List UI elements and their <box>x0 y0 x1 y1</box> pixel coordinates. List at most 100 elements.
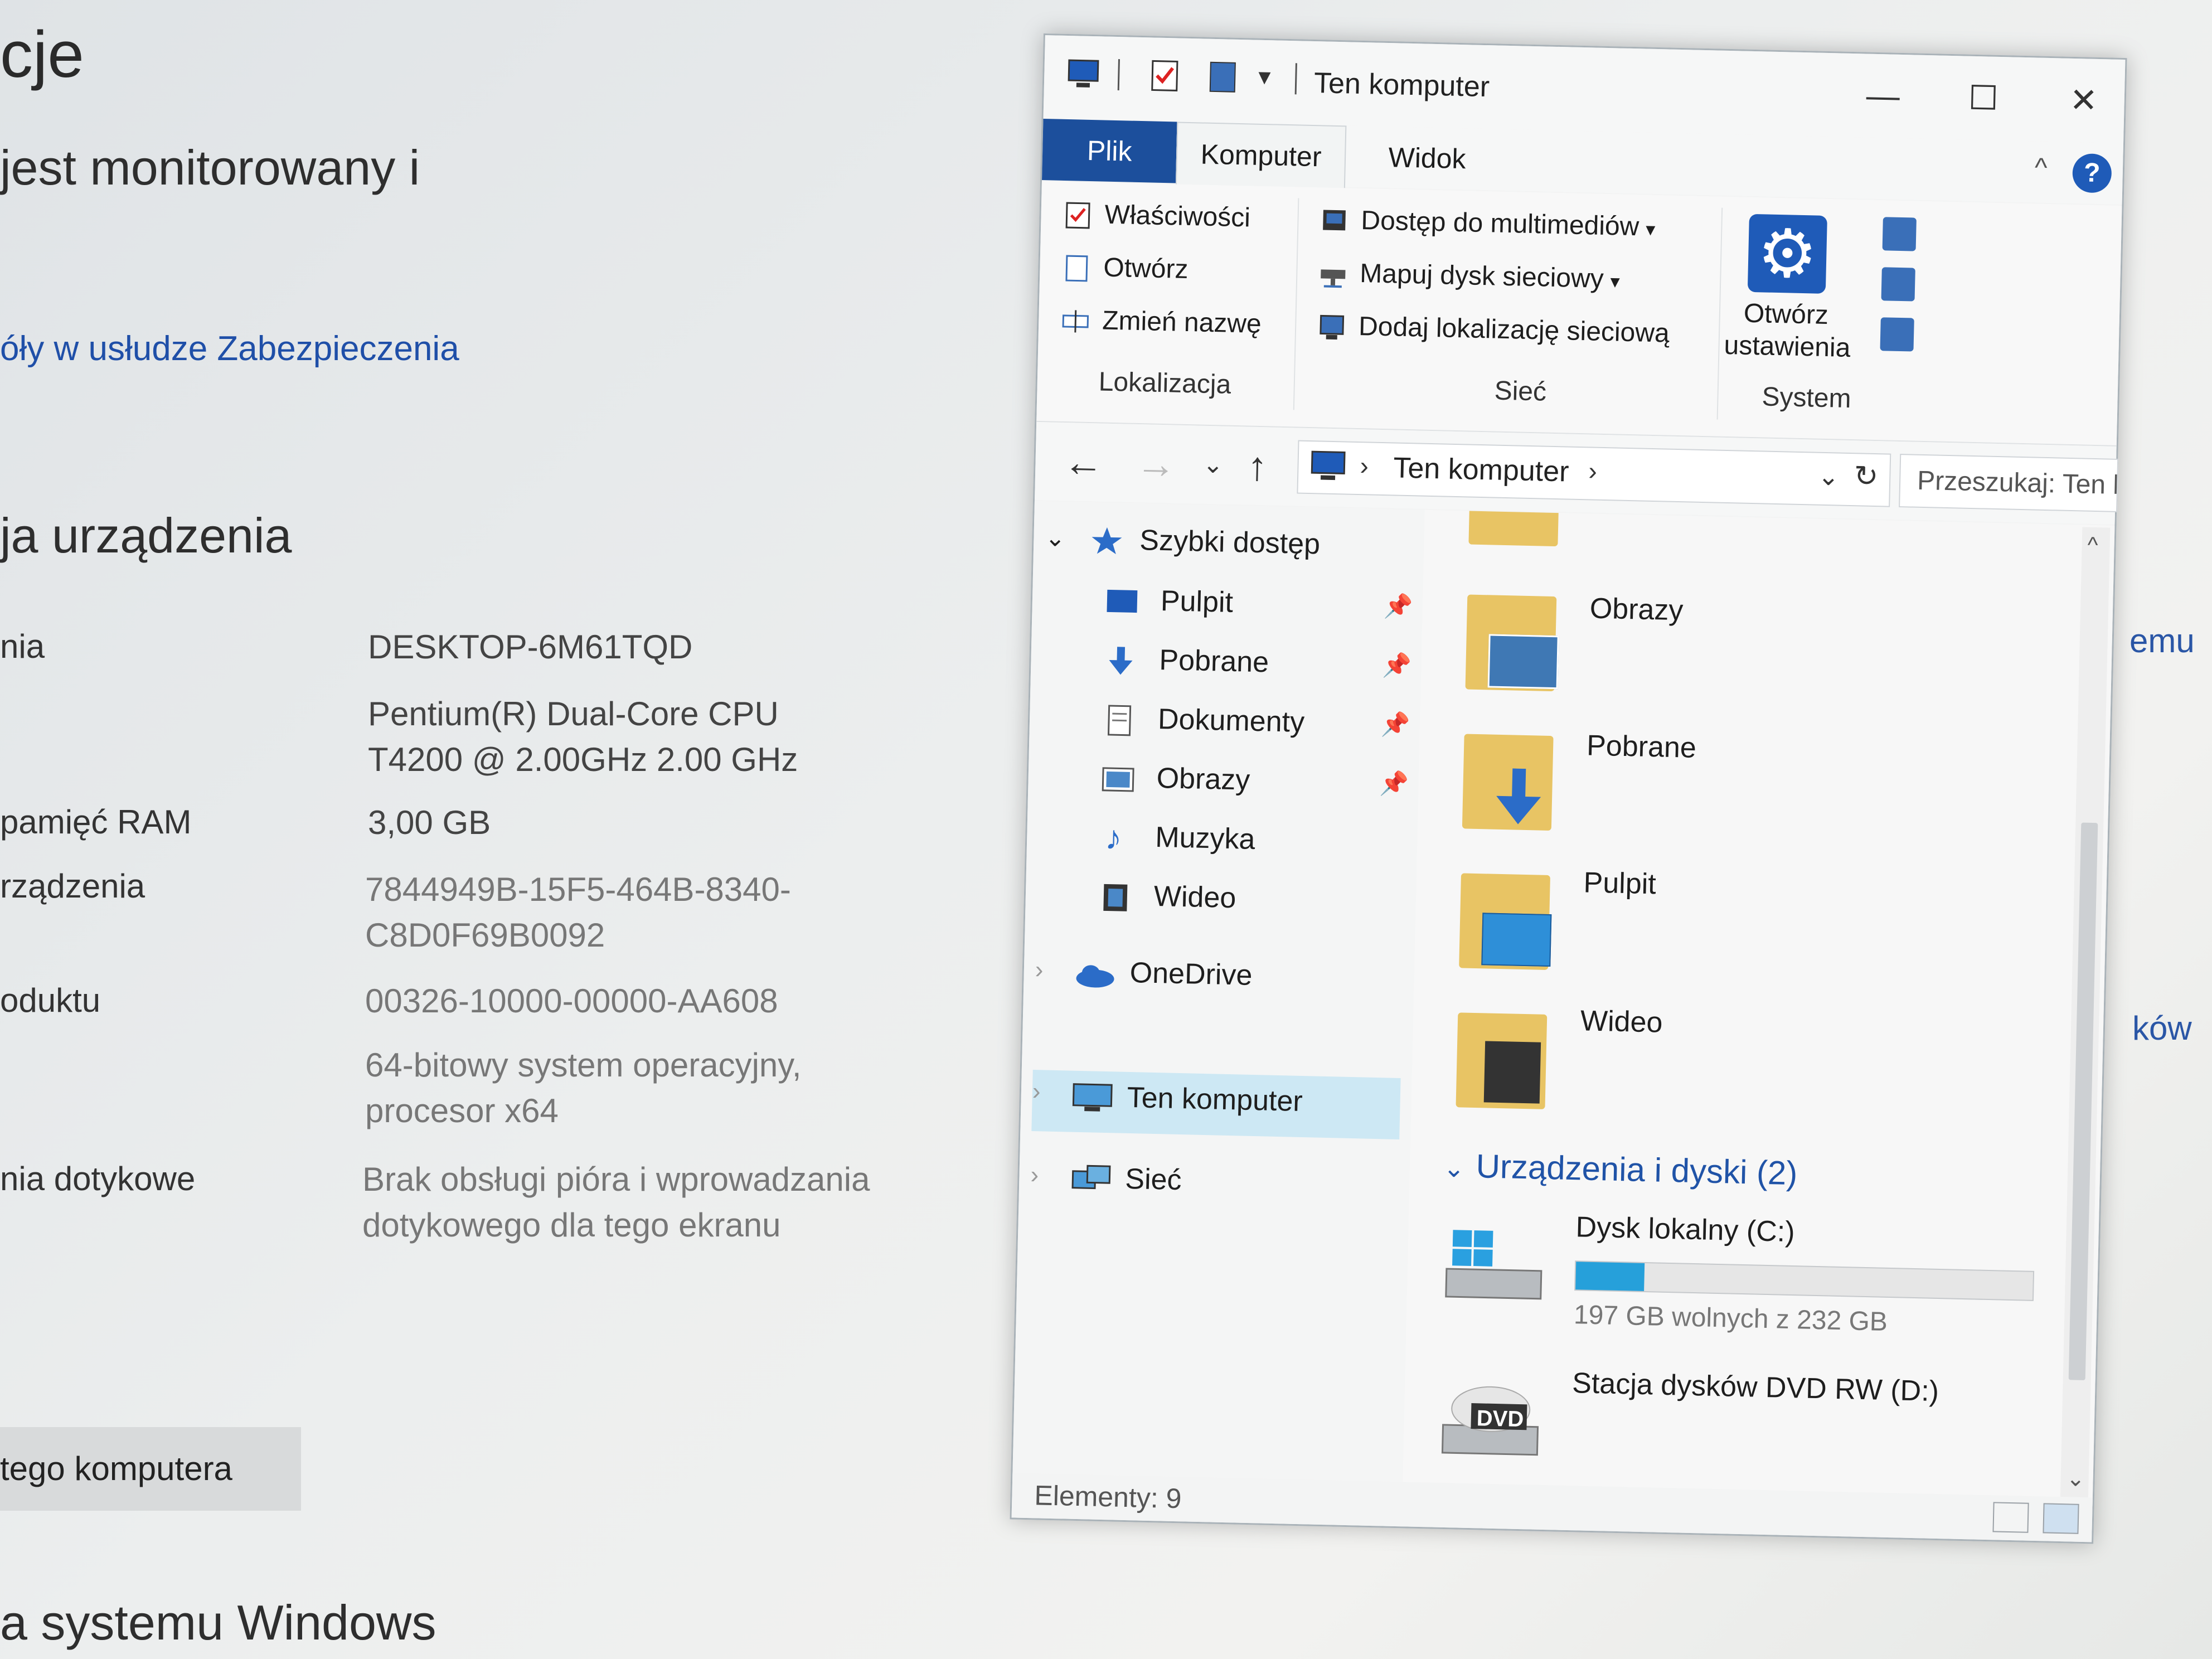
close-button[interactable]: ✕ <box>2053 75 2115 126</box>
devices-section-heading[interactable]: ⌄ Urządzenia i dyski (2) <box>1443 1146 1798 1192</box>
scroll-down-arrow-icon[interactable]: ⌄ <box>2066 1466 2085 1492</box>
collapse-ribbon-icon[interactable]: ^ <box>2034 152 2048 183</box>
onedrive-expand-icon[interactable]: › <box>1035 956 1044 984</box>
nav-item-pobrane[interactable]: Pobrane <box>1159 643 1269 679</box>
rename-button[interactable]: Zmień nazwę <box>1061 304 1262 340</box>
open-icon <box>1065 255 1088 282</box>
rename-pc-button-label: tego komputera <box>0 1450 232 1487</box>
folder-label-pulpit[interactable]: Pulpit <box>1583 866 1656 901</box>
breadcrumb-chevron-icon-2[interactable]: › <box>1588 455 1598 486</box>
pin-icon[interactable]: 📌 <box>1380 711 1410 739</box>
drive-c-free-space: 197 GB wolnych z 232 GB <box>1573 1300 1888 1337</box>
spec-label-device-id: rządzenia <box>0 867 145 905</box>
network-expand-icon[interactable]: › <box>1030 1161 1039 1189</box>
computer-icon <box>1311 450 1346 481</box>
maximize-button[interactable]: ☐ <box>1952 72 2015 124</box>
uninstall-program-icon[interactable] <box>1882 217 1917 251</box>
nav-item-obrazy[interactable]: Obrazy <box>1156 761 1250 797</box>
media-access-button[interactable]: Dostęp do multimediów ▾ <box>1320 204 1656 243</box>
right-link-partial-1[interactable]: emu <box>2129 622 2195 660</box>
explorer-window: ▾ Ten komputer — ☐ ✕ Plik Komputer Widok… <box>1010 33 2127 1544</box>
tab-computer[interactable]: Komputer <box>1175 122 1347 188</box>
open-settings-label[interactable]: Otwórz ustawienia <box>1724 297 1851 365</box>
scroll-up-arrow-icon[interactable]: ^ <box>2087 533 2098 558</box>
gear-icon[interactable]: ⚙ <box>1747 214 1827 294</box>
nav-this-pc[interactable]: Ten komputer <box>1127 1081 1303 1118</box>
spec-value-system-type: 64-bitowy system operacyjny, procesor x6… <box>365 1046 802 1129</box>
drive-c-name[interactable]: Dysk lokalny (C:) <box>1575 1210 1795 1249</box>
rename-pc-button[interactable]: tego komputera <box>0 1427 301 1511</box>
windows-drive-icon[interactable] <box>1440 1224 1548 1310</box>
folder-icon[interactable] <box>1465 594 1559 692</box>
large-icons-view-icon[interactable] <box>2043 1503 2079 1534</box>
download-arrow-icon <box>1496 768 1541 824</box>
navigation-pane: ⌄ Szybki dostęp Pulpit 📌 Pobrane 📌 Dokum… <box>1012 501 1425 1491</box>
system-properties-icon[interactable] <box>1881 267 1915 302</box>
rename-label: Zmień nazwę <box>1102 305 1262 339</box>
folder-icon[interactable] <box>1462 734 1554 831</box>
quick-access-expand-icon[interactable]: ⌄ <box>1045 523 1066 552</box>
address-box[interactable]: › Ten komputer › ⌄ ↻ <box>1297 440 1891 507</box>
properties-button[interactable]: Właściwości <box>1063 198 1251 234</box>
nav-quick-access[interactable]: Szybki dostęp <box>1139 523 1321 561</box>
properties-icon <box>1065 202 1090 229</box>
manage-icon[interactable] <box>1880 317 1914 352</box>
nav-item-dokumenty[interactable]: Dokumenty <box>1157 702 1304 739</box>
security-link[interactable]: óły w usłudze Zabezpieczenia <box>0 329 459 368</box>
network-icon <box>1071 1165 1111 1190</box>
right-link-partial-2[interactable]: ków <box>2132 1009 2192 1047</box>
qa-dropdown-icon[interactable]: ▾ <box>1258 62 1271 91</box>
properties-qa-icon[interactable] <box>1148 59 1182 93</box>
breadcrumb-chevron-icon[interactable]: › <box>1360 450 1369 481</box>
nav-onedrive[interactable]: OneDrive <box>1129 956 1253 992</box>
new-folder-qa-icon[interactable] <box>1206 60 1240 94</box>
qa-separator <box>1117 59 1120 91</box>
group-system-label: System <box>1761 382 1852 414</box>
document-icon <box>1107 705 1132 736</box>
computer-icon <box>1068 59 1099 88</box>
folder-icon[interactable] <box>1459 873 1552 970</box>
pictures-overlay-icon <box>1487 634 1559 690</box>
details-view-icon[interactable] <box>1992 1502 2029 1533</box>
folder-icon[interactable] <box>1468 511 1559 547</box>
search-input[interactable]: Przeszukaj: Ten ko <box>1899 454 2119 512</box>
refresh-icon[interactable]: ↻ <box>1854 459 1879 493</box>
back-arrow-icon[interactable]: ← <box>1063 439 1104 486</box>
folder-icon[interactable] <box>1456 1012 1548 1109</box>
media-access-dropdown-icon: ▾ <box>1645 219 1656 240</box>
nav-item-muzyka[interactable]: Muzyka <box>1155 821 1255 856</box>
map-drive-button[interactable]: Mapuj dysk sieciowy ▾ <box>1318 257 1621 295</box>
breadcrumb-this-pc[interactable]: Ten komputer <box>1393 451 1569 488</box>
tab-file[interactable]: Plik <box>1042 119 1177 183</box>
nav-network[interactable]: Sieć <box>1125 1162 1182 1197</box>
pin-icon[interactable]: 📌 <box>1382 652 1411 680</box>
recent-locations-chevron-icon[interactable]: ⌄ <box>1202 450 1224 479</box>
help-icon[interactable]: ? <box>2072 153 2112 193</box>
nav-item-wideo[interactable]: Wideo <box>1153 880 1236 915</box>
map-drive-dropdown-icon: ▾ <box>1610 271 1621 293</box>
desktop-overlay-icon <box>1481 913 1552 967</box>
nav-item-pulpit[interactable]: Pulpit <box>1160 584 1233 619</box>
minimize-button[interactable]: — <box>1852 70 1914 122</box>
cloud-icon <box>1076 965 1114 988</box>
drive-c-usage-bar <box>1574 1260 2035 1301</box>
this-pc-expand-icon[interactable]: › <box>1032 1078 1041 1105</box>
tab-view[interactable]: Widok <box>1354 126 1500 191</box>
windows-section-title: a systemu Windows <box>0 1595 436 1650</box>
address-dropdown-icon[interactable]: ⌄ <box>1817 461 1840 492</box>
properties-label: Właściwości <box>1104 200 1251 233</box>
pin-icon[interactable]: 📌 <box>1383 593 1413 620</box>
content-pane: Obrazy Pobrane Pulpit Wideo ⌄ Urządzenia … <box>1402 510 2115 1507</box>
forward-arrow-icon[interactable]: → <box>1136 441 1177 488</box>
folder-label-wideo[interactable]: Wideo <box>1580 1004 1663 1039</box>
media-access-label: Dostęp do multimediów <box>1360 206 1639 242</box>
drive-d-name[interactable]: Stacja dysków DVD RW (D:) <box>1572 1366 1939 1408</box>
device-specs-title: ja urządzenia <box>0 508 292 563</box>
folder-label-obrazy[interactable]: Obrazy <box>1589 592 1684 628</box>
up-arrow-icon[interactable]: ↑ <box>1247 444 1268 490</box>
add-network-location-button[interactable]: Dodaj lokalizację sieciową <box>1317 310 1670 350</box>
open-button[interactable]: Otwórz <box>1062 251 1189 285</box>
ribbon-separator-2 <box>1716 207 1723 420</box>
folder-label-pobrane[interactable]: Pobrane <box>1587 729 1697 764</box>
pin-icon[interactable]: 📌 <box>1379 770 1409 798</box>
